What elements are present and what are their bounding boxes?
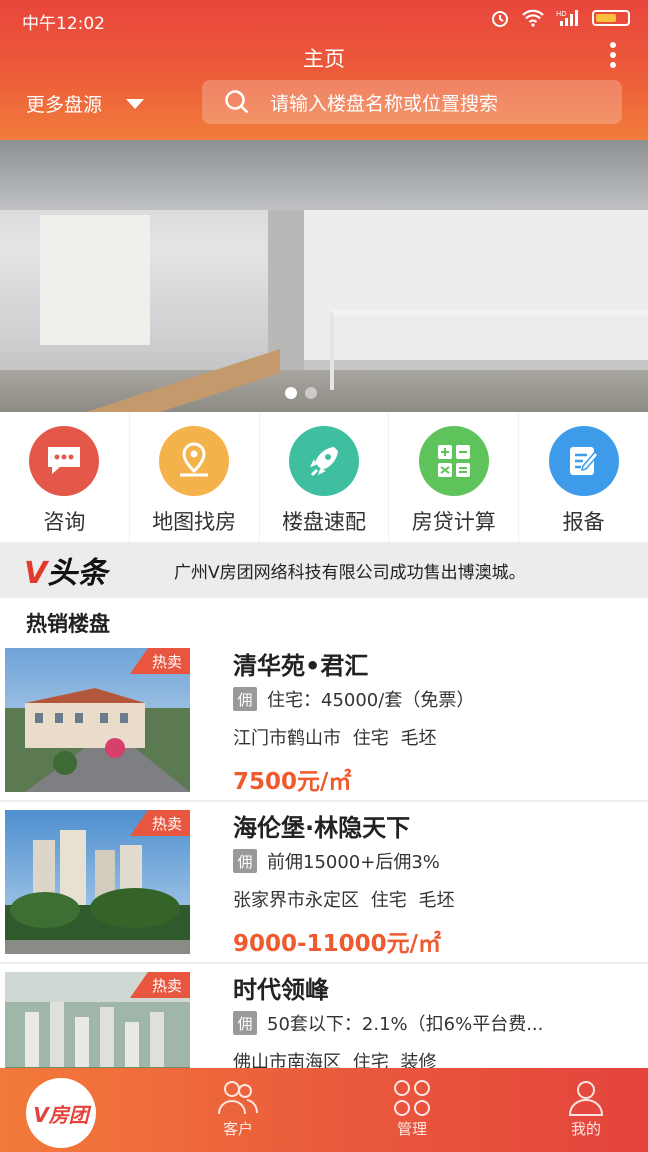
battery-icon	[592, 10, 630, 26]
quick-menu-label: 楼盘速配	[281, 510, 366, 534]
listing-location: 张家界市永定区 住宅 毛坯	[233, 890, 455, 911]
quick-menu-label: 咨询	[43, 510, 86, 534]
carousel-dot	[285, 387, 297, 399]
v-headline-logo-v: V	[24, 556, 48, 591]
tab-manage[interactable]: 管理	[372, 1078, 452, 1139]
tab-home-logo[interactable]: V房团	[26, 1078, 96, 1148]
tab-customers[interactable]: 客户	[198, 1078, 278, 1139]
v-headline-logo-text: 头条	[47, 556, 108, 591]
status-bar: 中午12:02 HD	[0, 0, 648, 40]
person-icon	[568, 1081, 604, 1116]
listing-name: 清华苑•君汇	[233, 652, 369, 680]
grid-icon	[394, 1080, 430, 1116]
bottom-tab-bar: V房团 客户 管理 我的	[0, 1068, 648, 1152]
tab-label: 管理	[396, 1120, 427, 1138]
listing-price: 7500元/㎡	[233, 769, 352, 795]
listing-commission: 佣 50套以下：2.1%（扣6%平台费...	[233, 1010, 633, 1036]
listing-name: 时代领峰	[233, 976, 329, 1004]
quick-menu: 咨询 地图找房 楼盘速配 房贷计算 报备	[0, 412, 648, 542]
search-input[interactable]: 请输入楼盘名称或位置搜索	[202, 80, 622, 124]
listing-commission: 佣住宅：45000/套（免票）	[233, 686, 633, 712]
commission-badge: 佣	[233, 687, 257, 711]
chat-bubble-icon	[29, 426, 100, 496]
tab-label: 我的	[570, 1120, 601, 1138]
quick-menu-consult[interactable]: 咨询	[0, 412, 130, 542]
v-headline-logo: V头条	[24, 548, 174, 592]
banner-image-shelf	[40, 215, 150, 345]
search-placeholder: 请输入楼盘名称或位置搜索	[270, 92, 499, 115]
quick-menu-label: 报备	[562, 510, 605, 534]
network-label: HD	[556, 10, 567, 18]
commission-text: 50套以下：2.1%（扣6%平台费...	[267, 1014, 544, 1035]
commission-badge: 佣	[233, 1011, 257, 1035]
banner-image-railing	[330, 310, 648, 390]
hot-section-title: 热销楼盘	[26, 612, 110, 636]
header: 中午12:02 HD 主页 更多盘源 请输入楼盘名称或位置搜索	[0, 0, 648, 140]
banner-carousel[interactable]	[0, 140, 648, 412]
title-bar: 主页	[0, 40, 648, 72]
tab-label: 客户	[222, 1120, 253, 1138]
map-pin-icon	[159, 426, 230, 496]
city-label: 更多盘源	[26, 94, 103, 116]
listing-item[interactable]: 热卖 时代领峰 佣 50套以下：2.1%（扣6%平台费... 佛山市南海区 住宅 …	[0, 964, 648, 1068]
listing-item[interactable]: 热卖 海伦堡·林隐天下 佣前佣15000+后佣3% 张家界市永定区 住宅 毛坯 …	[0, 802, 648, 964]
quick-menu-loan[interactable]: 房贷计算	[389, 412, 520, 542]
listing-location: 江门市鹤山市 住宅 毛坯	[233, 728, 437, 749]
listing-list: 热卖 清华苑•君汇 佣住宅：45000/套（免票） 江门市鹤山市 住宅 毛坯 7…	[0, 640, 648, 1068]
listing-thumbnail: 热卖	[5, 972, 190, 1068]
quick-menu-label: 房贷计算	[411, 510, 496, 534]
edit-document-icon	[548, 426, 619, 496]
city-selector[interactable]: 更多盘源	[26, 90, 145, 117]
commission-text: 住宅：45000/套（免票）	[267, 690, 475, 711]
listing-thumbnail: 热卖	[5, 810, 190, 954]
news-ticker[interactable]: V头条 广州V房团网络科技有限公司成功售出博澳城。	[0, 542, 648, 598]
banner-image-ceiling	[0, 140, 648, 210]
calculator-icon	[418, 426, 489, 496]
news-text: 广州V房团网络科技有限公司成功售出博澳城。	[174, 562, 526, 583]
alarm-icon	[492, 11, 508, 27]
tab-mine[interactable]: 我的	[546, 1078, 626, 1139]
more-menu-icon[interactable]	[608, 40, 618, 70]
status-icons: HD	[490, 8, 630, 28]
listing-thumbnail: 热卖	[5, 648, 190, 792]
page-title: 主页	[303, 47, 345, 71]
quick-menu-label: 地图找房	[152, 510, 237, 534]
carousel-dot	[305, 387, 317, 399]
listing-name: 海伦堡·林隐天下	[233, 814, 411, 842]
listing-item[interactable]: 热卖 清华苑•君汇 佣住宅：45000/套（免票） 江门市鹤山市 住宅 毛坯 7…	[0, 640, 648, 802]
listing-price: 9000-11000元/㎡	[233, 931, 441, 957]
quick-menu-match[interactable]: 楼盘速配	[260, 412, 390, 542]
people-icon	[218, 1081, 258, 1115]
commission-text: 前佣15000+后佣3%	[267, 852, 440, 873]
search-icon	[225, 90, 249, 114]
carousel-indicator	[285, 387, 317, 399]
signal-icon: HD	[556, 10, 578, 26]
hot-section-header: 热销楼盘	[0, 598, 648, 640]
quick-menu-map[interactable]: 地图找房	[130, 412, 260, 542]
commission-badge: 佣	[233, 849, 257, 873]
listing-location: 佛山市南海区 住宅 装修	[233, 1052, 437, 1068]
dropdown-arrow-icon	[126, 98, 145, 109]
rocket-icon	[288, 426, 359, 496]
listing-commission: 佣前佣15000+后佣3%	[233, 848, 633, 874]
quick-menu-report[interactable]: 报备	[519, 412, 648, 542]
wifi-icon	[522, 9, 544, 27]
status-time: 中午12:02	[22, 14, 105, 34]
